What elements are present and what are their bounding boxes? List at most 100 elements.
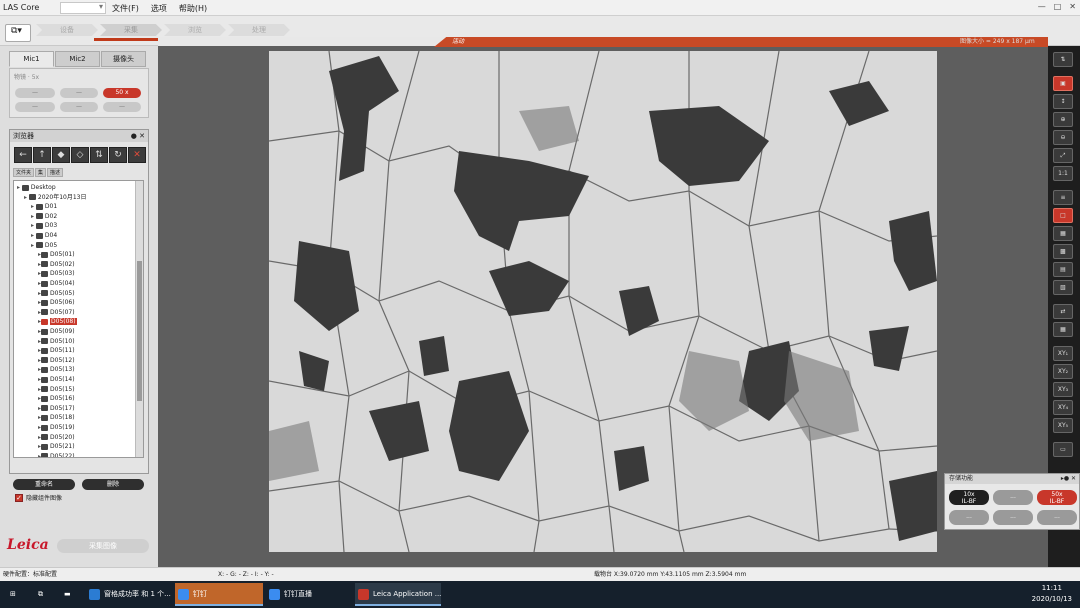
title-combo[interactable] [60,2,106,14]
taskbar-item-dingtalk[interactable]: 钉钉 [175,583,263,606]
start-icon[interactable]: ⊞ [0,583,30,606]
tab-mic1[interactable]: Mic1 [9,51,54,67]
store-slot-2[interactable]: ... [993,490,1033,505]
toolbar-tool-2-icon[interactable]: ▣ [1053,76,1073,91]
micrograph-image[interactable] [269,51,937,552]
tree-item[interactable]: ▸ D05(01) [38,250,75,260]
tree-item[interactable]: ▸ Desktop [17,183,56,193]
refresh-icon[interactable]: ↻ [109,147,127,163]
back-icon[interactable]: ← [14,147,32,163]
tree-item[interactable]: ▸ 2020年10月13日 [24,193,86,203]
tree-item[interactable]: ▸ D05(12) [38,356,75,366]
tree-scrollbar[interactable] [135,181,143,457]
tree-item[interactable]: ▸ D05(09) [38,327,75,337]
tree-item[interactable]: ▸ D05(10) [38,337,75,347]
menu-file[interactable]: 文件(F) [112,3,139,14]
toolbar-tool-3-icon[interactable]: ↕ [1053,94,1073,109]
toolbar-tool-4-icon[interactable]: ⊕ [1053,112,1073,127]
store-slot-6[interactable]: ... [1037,510,1077,525]
toolbar-tool-5-icon[interactable]: ⊖ [1053,130,1073,145]
browser-close-icon[interactable]: ● ✕ [131,130,145,142]
menu-options[interactable]: 选项 [151,3,167,14]
tree-item[interactable]: ▸ D05(17) [38,404,75,414]
up-icon[interactable]: ↑ [33,147,51,163]
tree-item[interactable]: ▸ D04 [31,231,57,241]
toolbar-tool-21-icon[interactable]: ▭ [1053,442,1073,457]
toolbar-tool-13-icon[interactable]: ▧ [1053,280,1073,295]
workspace-icon[interactable]: ⧉▾ [5,24,31,42]
folder-icon[interactable]: ◆ [52,147,70,163]
tree-item[interactable]: ▸ D05(05) [38,289,75,299]
tree-item[interactable]: ▸ D03 [31,221,57,231]
acquire-button[interactable]: 采集图像 [57,539,149,553]
objective-pill-4[interactable]: — [15,102,55,112]
tab-mic2[interactable]: Mic2 [55,51,100,67]
taskbar-item-leica[interactable]: Leica Application ... [355,583,441,606]
toolbar-tool-8-icon[interactable]: ≡ [1053,190,1073,205]
tree-item[interactable]: ▸ D05(03) [38,269,75,279]
tree-item[interactable]: ▸ D05(04) [38,279,75,289]
tree-item[interactable]: ▸ D05(22) [38,452,75,457]
subtab-description[interactable]: 描述 [47,168,64,177]
toolbar-tool-20-icon[interactable]: XY₅ [1053,418,1073,433]
file-explorer-icon[interactable]: ▬ [58,583,84,606]
tree-item[interactable]: ▸ D05(20) [38,433,75,443]
tree-item[interactable]: ▸ D05(19) [38,423,75,433]
workflow-step-browse[interactable]: 浏览 [164,24,226,36]
toolbar-tool-15-icon[interactable]: ▦ [1053,322,1073,337]
tree-item[interactable]: ▸ D05(18) [38,413,75,423]
new-folder-icon[interactable]: ◇ [71,147,89,163]
minimize-button[interactable]: — [1038,2,1046,11]
objective-pill-6[interactable]: — [103,102,141,112]
toolbar-tool-19-icon[interactable]: XY₄ [1053,400,1073,415]
tree-item[interactable]: ▸ D05 [31,241,57,251]
task-view-icon[interactable]: ⧉ [30,583,58,606]
delete-icon[interactable]: ✕ [128,147,146,163]
tree-item[interactable]: ▸ D01 [31,202,57,212]
toolbar-tool-9-icon[interactable]: □ [1053,208,1073,223]
tree-item[interactable]: ▸ D05(02) [38,260,75,270]
hide-empty-checkbox[interactable]: ✓ 隐藏组件图像 [15,493,62,502]
toolbar-tool-14-icon[interactable]: ⇄ [1053,304,1073,319]
scroll-thumb[interactable] [137,261,142,401]
tree-item[interactable]: ▸ D05(21) [38,442,75,452]
store-slot-50x[interactable]: 50x IL-BF [1037,490,1077,505]
toolbar-tool-1-icon[interactable]: ⇅ [1053,52,1073,67]
tree-item[interactable]: ▸ D05(13) [38,365,75,375]
store-slot-4[interactable]: ... [949,510,989,525]
store-slot-10x[interactable]: 10x IL-BF [949,490,989,505]
workflow-step-process[interactable]: 处理 [228,24,290,36]
subtab-folder[interactable]: 文件夹 [13,168,35,177]
tree-item[interactable]: ▸ D05(06) [38,298,75,308]
tree-item[interactable]: ▸ D02 [31,212,57,222]
workflow-step-setup[interactable]: 设备 [36,24,98,36]
taskbar-item-dingtalk-live[interactable]: 钉钉直播 [266,583,352,606]
store-slot-5[interactable]: ... [993,510,1033,525]
delete-button[interactable]: 删除 [82,479,144,490]
toolbar-tool-11-icon[interactable]: ▩ [1053,244,1073,259]
toolbar-tool-10-icon[interactable]: ▦ [1053,226,1073,241]
tree-item[interactable]: ▸ D05(08) [38,317,77,327]
tree-item[interactable]: ▸ D05(15) [38,385,75,395]
toolbar-tool-17-icon[interactable]: XY₂ [1053,364,1073,379]
subtab-set[interactable]: 集 [35,168,47,177]
close-button[interactable]: ✕ [1069,2,1076,11]
tree-item[interactable]: ▸ D05(16) [38,394,75,404]
store-close-icon[interactable]: ▸● ✕ [1061,474,1076,484]
objective-pill-50x[interactable]: 50 x [103,88,141,98]
toolbar-tool-16-icon[interactable]: XY₁ [1053,346,1073,361]
tree-item[interactable]: ▸ D05(11) [38,346,75,356]
maximize-button[interactable]: □ [1054,2,1062,11]
objective-pill-2[interactable]: — [60,88,98,98]
system-clock[interactable]: 11:11 2020/10/13 [1032,583,1072,605]
toolbar-tool-7-icon[interactable]: 1:1 [1053,166,1073,181]
objective-pill-5[interactable]: — [60,102,98,112]
tree-item[interactable]: ▸ D05(07) [38,308,75,318]
toolbar-tool-12-icon[interactable]: ▤ [1053,262,1073,277]
objective-pill-1[interactable]: — [15,88,55,98]
taskbar-item-browser[interactable]: 窗格成功率 和 1 个... [86,583,172,606]
live-tab[interactable]: 活动 [434,37,1048,47]
workflow-step-acquire[interactable]: 采集 [100,24,162,36]
menu-help[interactable]: 帮助(H) [179,3,207,14]
toolbar-tool-6-icon[interactable]: ⤢ [1053,148,1073,163]
